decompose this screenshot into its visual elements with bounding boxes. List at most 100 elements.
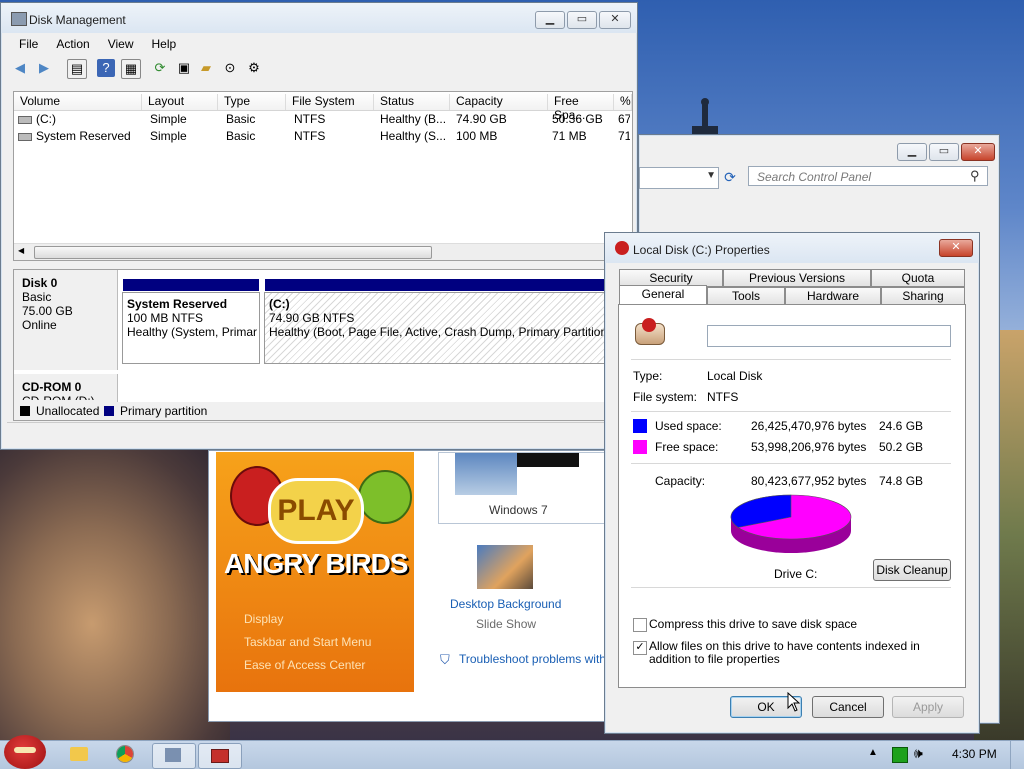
capacity-label: Capacity: (655, 474, 706, 488)
disk-management-icon (211, 749, 229, 763)
desktop-background-link[interactable]: Desktop Background (450, 597, 561, 611)
cell-file-system: NTFS (294, 112, 326, 126)
toolbar: ◀ ▶ ▤ ? ▦ ⟳ ▣ ▰ ⊙ ⚙ (7, 57, 627, 79)
desktop-background-icon[interactable] (476, 544, 534, 590)
cp-link-display[interactable]: Display (244, 612, 283, 626)
cp-link-ease-of-access[interactable]: Ease of Access Center (244, 658, 365, 672)
cdrom0-name: CD-ROM 0 (22, 380, 82, 394)
dialog-close-button[interactable]: ✕ (939, 239, 973, 257)
tab-hardware[interactable]: Hardware (785, 287, 881, 305)
rescan-disks-icon[interactable]: ▣ (175, 59, 193, 77)
cancel-button[interactable]: Cancel (812, 696, 884, 718)
forward-arrow-icon[interactable]: ▶ (35, 59, 53, 77)
angry-birds-title: ANGRY BIRDS (224, 548, 408, 579)
used-space-bytes: 26,425,470,976 bytes (751, 419, 867, 433)
col-file-system[interactable]: File System (286, 94, 374, 110)
windows7-theme-tile[interactable]: Windows 7 (438, 452, 606, 524)
col-volume[interactable]: Volume (14, 94, 142, 110)
divider (631, 463, 951, 464)
show-hidden-icons-icon[interactable]: ▲ (868, 747, 878, 758)
action-center-icon[interactable] (892, 747, 908, 763)
refresh-icon[interactable]: ⟳ (151, 59, 169, 77)
minimize-button[interactable]: ▁ (535, 11, 565, 29)
open-folder-icon[interactable]: ▰ (197, 59, 215, 77)
back-arrow-icon[interactable]: ◀ (11, 59, 29, 77)
troubleshoot-link[interactable]: Troubleshoot problems with (459, 652, 605, 666)
cell-type: Basic (226, 112, 256, 126)
menu-file[interactable]: File (19, 33, 38, 55)
type-label: Type: (633, 369, 663, 383)
menu-help[interactable]: Help (152, 33, 177, 55)
maximize-button[interactable]: ▭ (567, 11, 597, 29)
compress-checkbox[interactable] (633, 618, 647, 632)
lighthouse-graphic (692, 98, 718, 136)
drive-icon (18, 133, 32, 141)
menu-view[interactable]: View (108, 33, 134, 55)
tab-sharing[interactable]: Sharing (881, 287, 965, 305)
volume-icon[interactable]: 🕪 (914, 745, 923, 762)
partition-bar (265, 279, 631, 291)
maximize-button[interactable]: ▭ (929, 143, 959, 161)
apply-button[interactable]: Apply (892, 696, 964, 718)
partition-size: 74.90 GB NTFS (269, 311, 355, 325)
used-space-label: Used space: (655, 419, 722, 433)
tab-tools[interactable]: Tools (707, 287, 785, 305)
tab-previous-versions[interactable]: Previous Versions (723, 269, 871, 287)
col-free-space[interactable]: Free Spa... (548, 94, 614, 122)
menu-bar: File Action View Help (7, 33, 182, 55)
scrollbar-thumb[interactable] (34, 246, 432, 259)
cp-link-taskbar[interactable]: Taskbar and Start Menu (244, 635, 371, 649)
menu-action[interactable]: Action (56, 33, 89, 55)
divider (631, 587, 951, 588)
start-button[interactable] (4, 735, 46, 769)
fs-value: NTFS (707, 390, 739, 404)
address-bar[interactable]: ▼ (639, 167, 719, 189)
cell-status: Healthy (S... (380, 129, 447, 143)
taskbar-chrome[interactable] (104, 743, 146, 767)
clock[interactable]: 4:30 PM (952, 747, 997, 761)
partition-bar (123, 279, 259, 291)
folder-icon (70, 747, 88, 761)
table-row[interactable]: (C:) Simple Basic NTFS Healthy (B... 74.… (14, 111, 632, 128)
title-bar[interactable]: Disk Management ▁ ▭ ✕ (1, 3, 637, 33)
search-disk-icon[interactable]: ⊙ (221, 59, 239, 77)
cdrom0-label[interactable]: CD-ROM 0 CD-ROM (D:) (14, 374, 118, 404)
show-hide-console-icon[interactable]: ▤ (67, 59, 87, 79)
horizontal-scrollbar[interactable]: ◀ (14, 243, 632, 260)
refresh-icon[interactable]: ⟳ (721, 168, 739, 186)
col-status[interactable]: Status (374, 94, 450, 110)
disk0-label[interactable]: Disk 0 Basic 75.00 GB Online (14, 270, 118, 370)
slide-show-label: Slide Show (476, 617, 537, 631)
partition-c[interactable]: (C:) 74.90 GB NTFS Healthy (Boot, Page F… (264, 279, 632, 364)
taskbar-control-panel[interactable] (152, 743, 196, 769)
dropdown-arrow-icon[interactable]: ▼ (706, 170, 716, 181)
fs-label: File system: (633, 390, 698, 404)
search-icon[interactable]: ⚲ (970, 168, 980, 184)
index-checkbox[interactable]: ✓ (633, 641, 647, 655)
taskbar-explorer[interactable] (58, 743, 100, 767)
disk-cleanup-button[interactable]: Disk Cleanup (873, 559, 951, 581)
properties-icon[interactable]: ▦ (121, 59, 141, 79)
capacity-bytes: 80,423,677,952 bytes (751, 474, 867, 488)
dialog-title-bar[interactable]: Local Disk (C:) Properties ✕ (605, 233, 979, 263)
col-capacity[interactable]: Capacity (450, 94, 548, 110)
drive-name-input[interactable] (707, 325, 951, 347)
col-percent[interactable]: % (614, 94, 632, 110)
tab-quota[interactable]: Quota (871, 269, 965, 287)
free-space-swatch (633, 440, 647, 454)
settings-icon[interactable]: ⚙ (245, 59, 263, 77)
pie-top (730, 494, 852, 540)
scroll-left-icon[interactable]: ◀ (18, 246, 24, 255)
col-layout[interactable]: Layout (142, 94, 218, 110)
taskbar-disk-management[interactable] (198, 743, 242, 769)
minimize-button[interactable]: ▁ (897, 143, 927, 161)
help-icon[interactable]: ? (97, 59, 115, 77)
cell-capacity: 74.90 GB (456, 112, 507, 126)
col-type[interactable]: Type (218, 94, 286, 110)
search-input[interactable]: Search Control Panel (748, 166, 988, 186)
partition-system-reserved[interactable]: System Reserved 100 MB NTFS Healthy (Sys… (122, 279, 260, 364)
close-button[interactable]: ✕ (599, 11, 631, 29)
table-row[interactable]: System Reserved Simple Basic NTFS Health… (14, 128, 632, 145)
close-button[interactable]: ✕ (961, 143, 995, 161)
show-desktop-button[interactable] (1010, 741, 1024, 769)
